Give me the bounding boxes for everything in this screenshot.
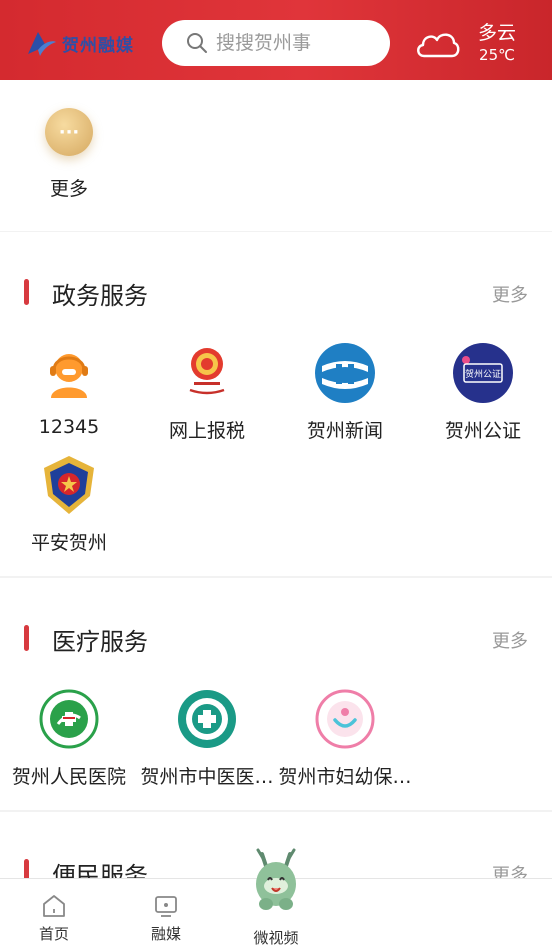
tab-home[interactable]: 首页: [14, 893, 94, 944]
cloud-icon: [417, 33, 460, 58]
gov-section-title: 政务服务: [52, 282, 148, 310]
service-label: 贺州新闻: [306, 420, 383, 442]
service-label: 贺州市妇幼保…: [278, 766, 412, 788]
search-bar[interactable]: [162, 20, 390, 66]
tab-label: 微视频: [253, 929, 299, 947]
police-badge-icon: [44, 456, 94, 514]
tax-emblem-icon: [189, 348, 225, 395]
home-icon: [43, 895, 65, 917]
app-logo[interactable]: 贺州融媒: [24, 26, 136, 60]
service-label: 贺州人民医院: [11, 766, 126, 788]
service-label: 贺州市中医医…: [140, 766, 274, 788]
app-header: 贺州融媒 多云 25℃: [0, 0, 552, 80]
service-item-online-tax[interactable]: 网上报税: [138, 342, 276, 443]
hospital-item-tcm[interactable]: 贺州市中医医…: [138, 688, 276, 789]
service-item-hezhou-news[interactable]: 贺州新闻: [276, 342, 414, 443]
search-icon: [187, 33, 207, 53]
tcm-hospital-icon: [178, 690, 236, 748]
mascot-icon[interactable]: [246, 846, 306, 914]
service-label: 平安贺州: [30, 532, 107, 554]
maternal-child-icon: [315, 689, 375, 749]
section-accent-bar: [24, 279, 29, 305]
hospital-item-maternal-child[interactable]: 贺州市妇幼保…: [276, 688, 414, 789]
notary-icon: 贺州公证: [453, 343, 513, 403]
more-dots-icon[interactable]: ···: [45, 108, 93, 156]
weather-temperature: 25℃: [479, 46, 515, 64]
headset-agent-icon: [50, 354, 88, 398]
people-hospital-icon: [39, 689, 99, 749]
svg-text:贺州公证: 贺州公证: [465, 368, 501, 380]
med-more-link[interactable]: 更多: [492, 627, 528, 653]
media-screen-icon: [155, 896, 177, 917]
hospital-item-people[interactable]: 贺州人民医院: [0, 688, 138, 789]
tab-micro-video[interactable]: 微视频: [236, 923, 316, 948]
gov-more-link[interactable]: 更多: [492, 281, 528, 307]
service-item-12345[interactable]: 12345: [0, 342, 138, 438]
medical-services-section: 医疗服务 更多 贺州人民医院 贺州市中医医… 贺州市妇幼保…: [0, 578, 552, 810]
gov-services-section: 政务服务 更多 12345 网上报税 贺州新闻 贺州公证 贺州公证 平安贺州: [0, 232, 552, 576]
service-item-notary[interactable]: 贺州公证 贺州公证: [414, 342, 552, 443]
logo-text: 贺州融媒: [62, 35, 134, 56]
quick-entry-section: [0, 80, 552, 231]
tab-label: 融媒: [150, 925, 181, 943]
section-accent-bar: [24, 625, 29, 651]
weather-condition: 多云: [477, 22, 516, 44]
service-label: 12345: [38, 416, 100, 438]
tab-label: 首页: [38, 925, 69, 943]
more-entry-label[interactable]: 更多: [30, 174, 108, 201]
service-label: 贺州公证: [444, 420, 521, 442]
logo-mark-icon: [28, 32, 56, 56]
service-item-ping-an-hezhou[interactable]: 平安贺州: [0, 454, 138, 555]
tab-media[interactable]: 融媒: [126, 893, 206, 944]
service-label: 网上报税: [168, 420, 245, 442]
hezhou-news-icon: [315, 343, 375, 403]
search-input[interactable]: [216, 32, 366, 54]
med-section-title: 医疗服务: [52, 628, 148, 656]
